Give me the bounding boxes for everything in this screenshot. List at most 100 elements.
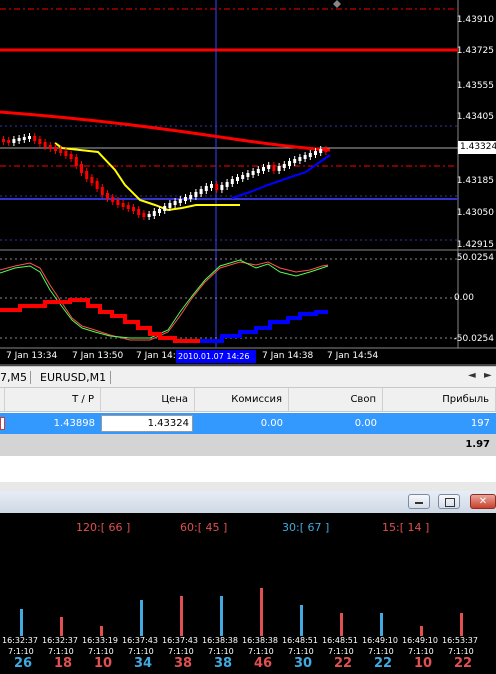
bar-count-label: 22 [334,656,353,671]
candle [314,151,317,155]
bar-sub-label: 7:1:10 [448,647,474,656]
bar-count-label: 30 [294,656,313,671]
candle [100,187,104,195]
bar-count-label: 10 [414,656,433,671]
candle [90,177,94,183]
candle [59,149,63,153]
bar-count-label: 22 [454,656,473,671]
column-header-profit[interactable]: Прибыль [383,388,496,412]
osc-label: -50.0254 [453,334,494,344]
histogram-bar [140,600,143,636]
candle [64,151,68,156]
candle [324,149,328,152]
cell-tp[interactable]: 1.43898 [5,413,101,434]
cell-profit[interactable]: 197 [383,413,496,434]
minimize-button[interactable] [408,494,430,509]
histogram-bar [100,625,103,636]
current-price-label: 1.43324 [458,141,496,154]
bar-count-label: 38 [174,656,193,671]
column-header-tp[interactable]: T / P [5,388,101,412]
candle [80,164,83,173]
bar-count-label: 34 [134,656,153,671]
bar-time-label: 16:49:10 [402,636,438,645]
candle [85,171,89,179]
candle [137,209,141,215]
total-profit: 1.97 [465,439,490,450]
price-label: 1.42915 [456,240,494,250]
bar-time-label: 16:32:37 [2,636,38,645]
candle [106,193,109,199]
candle [48,145,52,149]
tabs-scroll-right-icon[interactable]: ► [484,370,492,381]
terminal-trade-table: T / P Цена Комиссия Своп Прибыль 1.43898… [0,388,496,482]
restore-button[interactable] [438,494,460,509]
histogram-bar [300,604,303,636]
candle [262,167,265,171]
candle [95,181,99,189]
candle [43,142,47,147]
close-icon: ✕ [478,496,488,507]
price-chart[interactable]: 1.43910 1.43725 1.43555 1.43405 1.43324 … [0,0,496,366]
candle [28,136,31,139]
osc-label: 0.00 [453,293,474,303]
candle [74,157,78,166]
tick-histogram: 120:[ 66 ] 60:[ 45 ] 30:[ 67 ] 15:[ 14 ]… [0,513,496,674]
price-label: 1.43050 [456,208,494,218]
bar-time-label: 16:38:38 [202,636,238,645]
candle [246,173,250,177]
candle [33,136,37,141]
osc-label: 50.0254 [456,253,494,263]
time-label: 7 Jan 13:34 [6,351,58,361]
bar-count-label: 22 [374,656,393,671]
bar-sub-label: 7:1:10 [48,647,74,656]
candle [2,139,5,142]
chart-tabs: 7,M5 EURUSD,M1 ◄ ► [0,366,496,388]
chart-canvas [0,0,496,366]
bar-time-label: 16:53:37 [442,636,478,645]
total-row: 1.97 [0,434,496,456]
price-label: 1.43185 [456,176,494,186]
candle [54,147,57,151]
bar-time-label: 16:48:51 [282,636,318,645]
tab-partial-chart[interactable]: 7,M5 [0,371,27,384]
cell-commission[interactable]: 0.00 [195,413,289,434]
cell-price[interactable]: 1.43324 [101,413,195,434]
cell-swap[interactable]: 0.00 [289,413,383,434]
column-header-commission[interactable]: Комиссия [195,388,289,412]
candle [194,192,198,197]
tab-eurusd-m1[interactable]: EURUSD,M1 [40,371,106,384]
close-button[interactable]: ✕ [470,494,496,509]
indicator-window-titlebar[interactable]: ✕ [0,491,496,513]
candle [288,161,291,166]
histogram-bar [420,625,423,636]
candle [215,184,219,190]
panel-divider [0,482,496,491]
bar-count-label: 38 [214,656,233,671]
group-label: 15:[ 14 ] [382,521,430,534]
column-header-price[interactable]: Цена [101,388,195,412]
histogram-bar [260,587,263,636]
candle [132,207,135,211]
column-header-swap[interactable]: Своп [289,388,383,412]
candle [69,154,73,159]
tabs-scroll-left-icon[interactable]: ◄ [468,370,476,381]
histogram-bar [380,612,383,636]
bar-count-label: 26 [14,656,33,671]
candle [22,137,26,140]
bar-count-label: 46 [254,656,273,671]
candle [168,203,172,208]
price-label: 1.43910 [456,15,494,25]
candle [236,177,239,181]
candle [267,165,271,169]
bar-sub-label: 7:1:10 [368,647,394,656]
candle [111,197,115,202]
candle [220,185,224,190]
bar-sub-label: 7:1:10 [208,647,234,656]
time-label: 7 Jan 13:50 [72,351,124,361]
bar-sub-label: 7:1:10 [248,647,274,656]
candle [230,179,234,184]
candle [142,213,146,217]
bar-count-label: 10 [94,656,113,671]
candle [12,139,16,143]
histogram-bar [20,608,23,636]
